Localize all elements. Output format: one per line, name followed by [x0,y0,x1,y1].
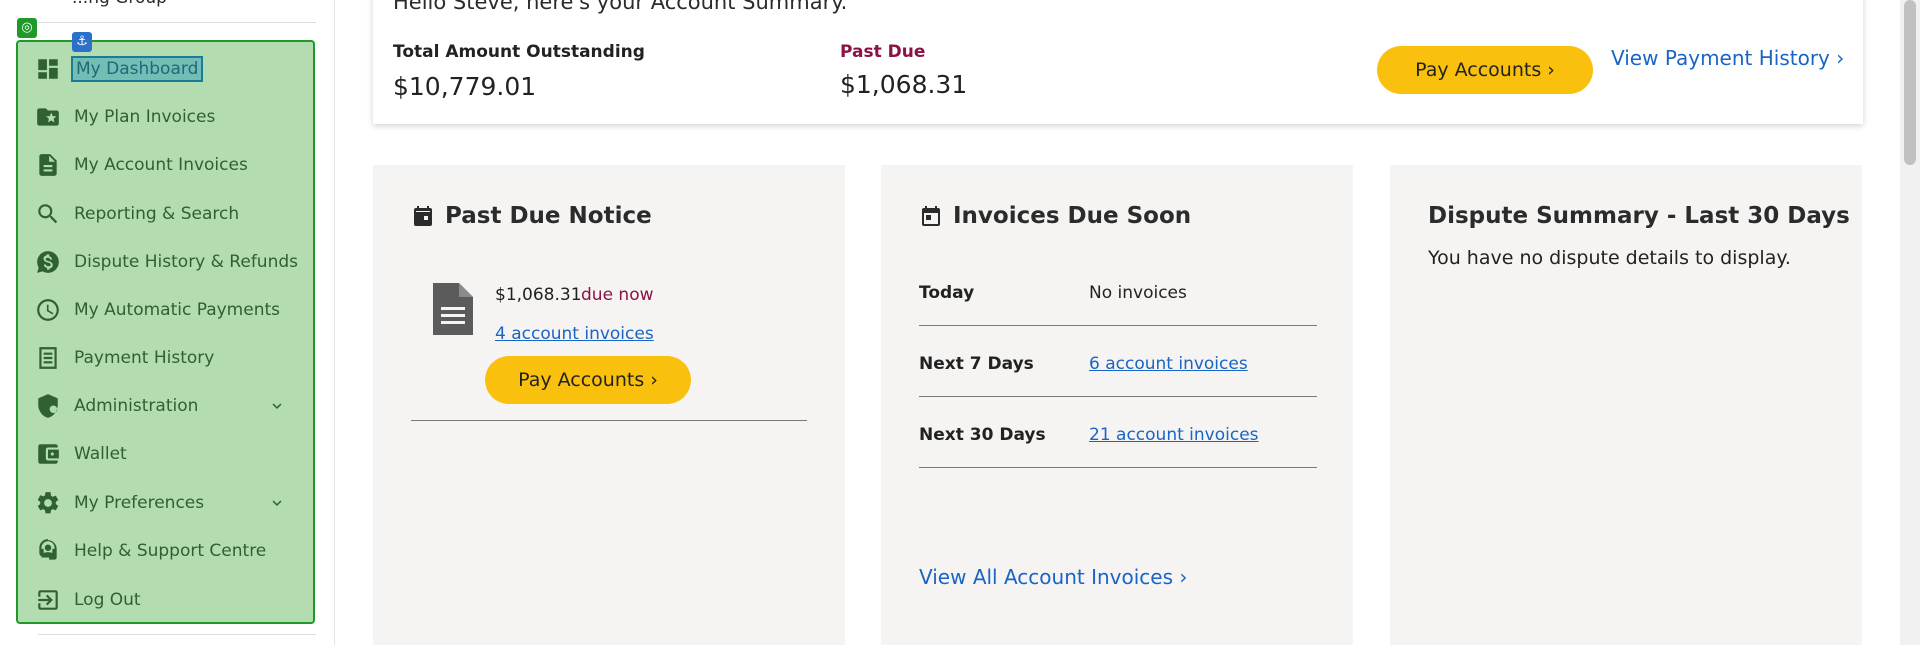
shield-user-icon [34,392,62,420]
divider [919,325,1317,326]
sidebar-item-automatic-payments[interactable]: My Automatic Payments [34,292,304,328]
document-icon [433,283,473,335]
sidebar-item-label: Administration [74,396,199,416]
sidebar-item-label: Reporting & Search [74,204,240,224]
divider [411,420,807,421]
chevron-down-icon[interactable] [268,397,286,415]
sidebar: ...ng Group ◎ ⚓ My Dashboard My Plan Inv… [0,0,335,645]
pay-accounts-button[interactable]: Pay Accounts › [1377,46,1593,94]
document-icon [34,151,62,179]
sidebar-item-administration[interactable]: Administration [34,388,304,424]
wallet-icon [34,440,62,468]
total-outstanding-value: $10,779.01 [393,72,537,101]
divider [38,22,316,23]
gear-icon [34,489,62,517]
past-due-label: Past Due [840,42,926,62]
card-title-text: Invoices Due Soon [953,203,1192,229]
total-outstanding-label: Total Amount Outstanding [393,42,645,62]
divider [38,634,316,635]
calendar-outline-icon [922,206,940,226]
scrollbar-thumb[interactable] [1904,0,1916,165]
no-dispute-text: You have no dispute details to display. [1428,247,1791,269]
sidebar-item-my-plan-invoices[interactable]: My Plan Invoices [34,99,304,135]
view-all-account-invoices-link[interactable]: View All Account Invoices › [919,565,1187,589]
sidebar-item-my-preferences[interactable]: My Preferences [34,485,304,521]
clock-icon [34,296,62,324]
view-payment-history-link[interactable]: View Payment History › [1611,46,1844,70]
due-today-label: Today [919,283,975,303]
sidebar-item-my-account-invoices[interactable]: My Account Invoices [34,147,304,183]
pay-accounts-button[interactable]: Pay Accounts › [485,356,691,404]
divider [919,396,1317,397]
due-30-days-link[interactable]: 21 account invoices [1089,425,1259,445]
chevron-down-icon[interactable] [268,494,286,512]
sidebar-item-label: Dispute History & Refunds [74,252,298,272]
dispute-summary-card: Dispute Summary - Last 30 Days You have … [1390,165,1862,645]
sidebar-truncated-text: ...ng Group [72,0,167,8]
due-today-value: No invoices [1089,283,1187,303]
sidebar-item-label: My Dashboard [71,56,204,82]
sidebar-item-label: My Automatic Payments [74,300,281,320]
past-due-notice-card: Past Due Notice $1,068.31 due now 4 acco… [373,165,845,645]
sidebar-item-help-support[interactable]: Help & Support Centre [34,533,304,569]
card-title: Past Due Notice [411,203,652,229]
sidebar-item-wallet[interactable]: Wallet [34,436,304,472]
sidebar-item-payment-history[interactable]: Payment History [34,340,304,376]
sidebar-item-label: My Account Invoices [74,155,248,175]
sidebar-item-my-dashboard[interactable]: My Dashboard [34,51,304,87]
due-now-text: due now [581,285,654,305]
card-title-text: Past Due Notice [445,203,652,229]
sidebar-item-label: Wallet [74,444,127,464]
sidebar-item-label: My Plan Invoices [74,107,216,127]
calendar-icon [414,206,432,226]
headset-icon [34,537,62,565]
sidebar-item-label: Payment History [74,348,215,368]
search-icon [34,200,62,228]
greeting-text: Hello Steve, here's your Account Summary… [393,0,848,14]
past-due-value: $1,068.31 [840,70,968,99]
past-due-amount: $1,068.31 [495,285,582,305]
sidebar-item-log-out[interactable]: Log Out [34,582,304,618]
folder-star-icon [34,103,62,131]
account-invoices-link[interactable]: 4 account invoices [495,324,654,344]
sidebar-item-label: My Preferences [74,493,205,513]
sidebar-item-dispute-history[interactable]: Dispute History & Refunds [34,244,304,280]
due-7-days-link[interactable]: 6 account invoices [1089,354,1248,374]
receipt-icon [34,344,62,372]
sidebar-item-label: Help & Support Centre [74,541,267,561]
dollar-chat-icon [34,248,62,276]
sidebar-item-reporting-search[interactable]: Reporting & Search [34,196,304,232]
dashboard-icon [34,55,62,83]
anchor-marker-icon: ⚓ [72,32,92,52]
invoices-due-soon-card: Invoices Due Soon Today No invoices Next… [881,165,1353,645]
card-title: Invoices Due Soon [919,203,1191,229]
due-30-days-label: Next 30 Days [919,425,1046,445]
scrollbar[interactable] [1900,0,1920,645]
due-7-days-label: Next 7 Days [919,354,1034,374]
card-title: Dispute Summary - Last 30 Days [1428,203,1850,229]
logout-icon [34,586,62,614]
account-summary-panel: Hello Steve, here's your Account Summary… [373,0,1863,124]
target-marker-icon: ◎ [17,18,37,38]
sidebar-item-label: Log Out [74,590,141,610]
divider [919,467,1317,468]
